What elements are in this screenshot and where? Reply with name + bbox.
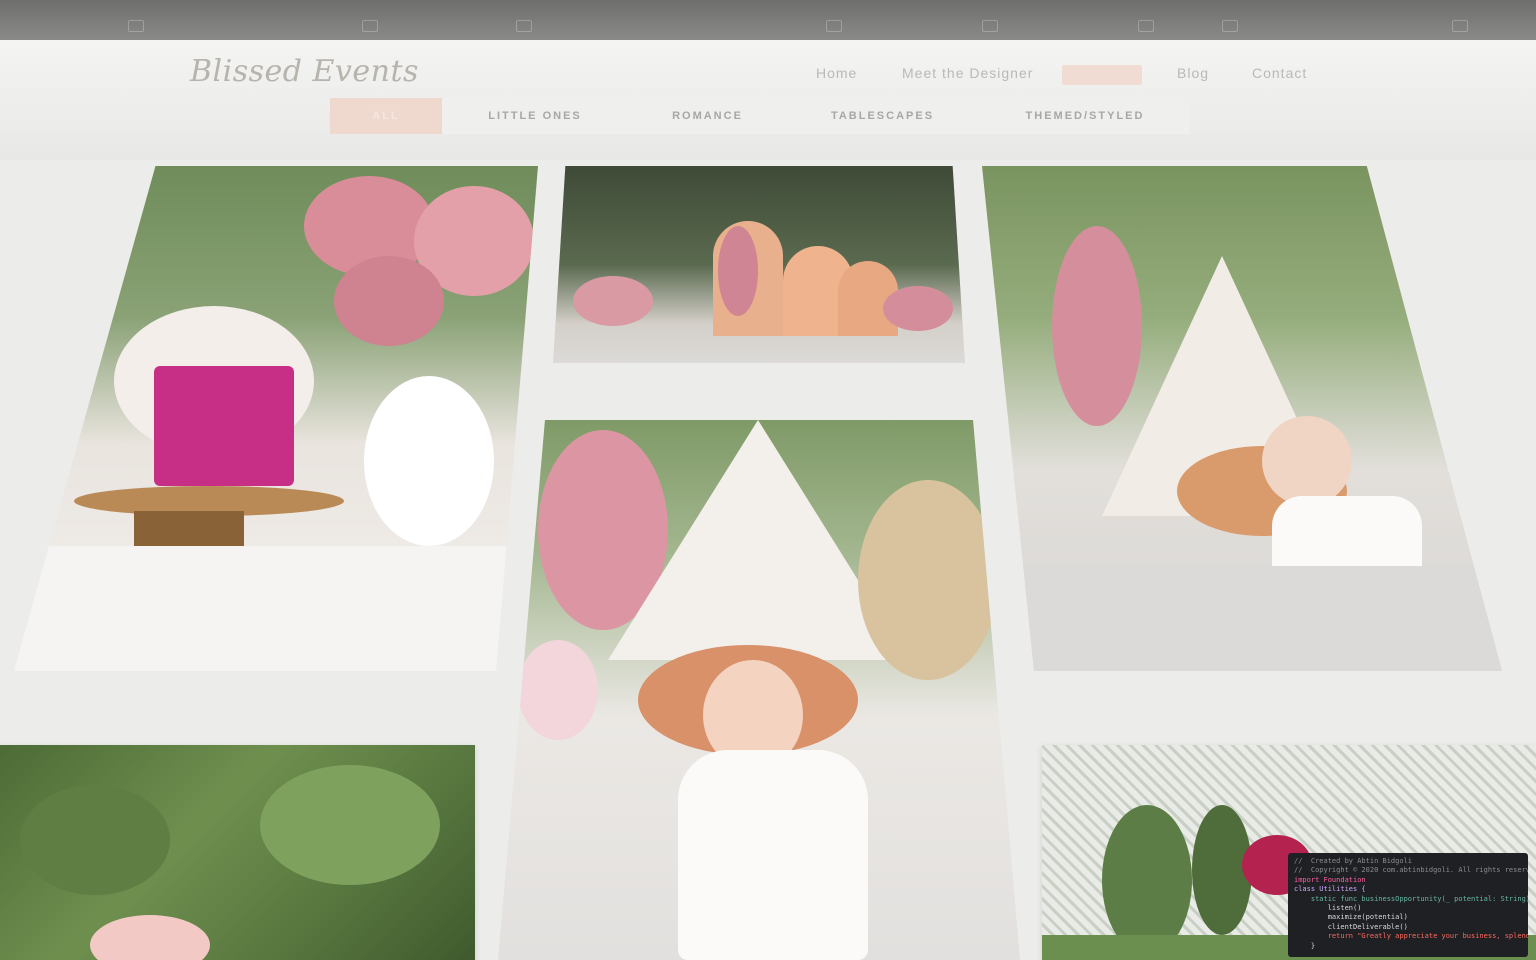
code-line: clientDeliverable() [1294, 922, 1408, 931]
filter-all[interactable]: ALL [330, 98, 442, 134]
photo-teepee-baby-smiling[interactable] [498, 420, 1020, 960]
browser-icon[interactable] [362, 20, 378, 32]
nav-blog[interactable]: Blog [1177, 65, 1209, 81]
browser-toolbar [0, 0, 1536, 40]
site-header: Blissed Events Home Meet the Designer Po… [0, 40, 1536, 160]
nav-contact[interactable]: Contact [1252, 65, 1307, 81]
code-line: return "Greatly appreciate your business… [1294, 932, 1528, 941]
browser-icon[interactable] [982, 20, 998, 32]
photo-cake-bunny[interactable] [14, 166, 538, 671]
code-line: import Foundation [1294, 875, 1366, 884]
code-line: // Copyright © 2020 com.abtinbidgoli. Al… [1294, 866, 1528, 875]
nav-meet-the-designer[interactable]: Meet the Designer [902, 65, 1033, 81]
code-line: static func businessOpportunity(_ potent… [1294, 894, 1528, 903]
code-line: maximize(potential) [1294, 913, 1408, 922]
code-line: class Utilities { [1294, 885, 1366, 894]
browser-icon[interactable] [128, 20, 144, 32]
code-line: listen() [1294, 904, 1362, 913]
photo-balloon-arches[interactable] [553, 166, 965, 363]
filter-themed-styled[interactable]: THEMED/STYLED [1010, 98, 1160, 134]
portfolio-filter-bar: ALL LITTLE ONES ROMANCE TABLESCAPES THEM… [330, 98, 1190, 134]
photo-garden-greenery[interactable] [0, 745, 475, 960]
photo-teepee-baby-sitting[interactable] [982, 166, 1502, 671]
browser-icon[interactable] [826, 20, 842, 32]
filter-little-ones[interactable]: LITTLE ONES [470, 98, 600, 134]
code-line: // Created by Abtin Bidgoli [1294, 857, 1413, 865]
browser-icon[interactable] [1138, 20, 1154, 32]
browser-icon[interactable] [1452, 20, 1468, 32]
code-overlay: // Created by Abtin Bidgoli // Copyright… [1288, 853, 1528, 957]
filter-tablescapes[interactable]: TABLESCAPES [820, 98, 945, 134]
main-nav: Home Meet the Designer Portfolio Blog Co… [0, 65, 1536, 85]
browser-icon[interactable] [1222, 20, 1238, 32]
nav-portfolio[interactable]: Portfolio [1062, 65, 1143, 85]
code-line: } [1294, 941, 1316, 950]
filter-romance[interactable]: ROMANCE [650, 98, 765, 134]
nav-home[interactable]: Home [816, 65, 857, 81]
browser-icon[interactable] [516, 20, 532, 32]
